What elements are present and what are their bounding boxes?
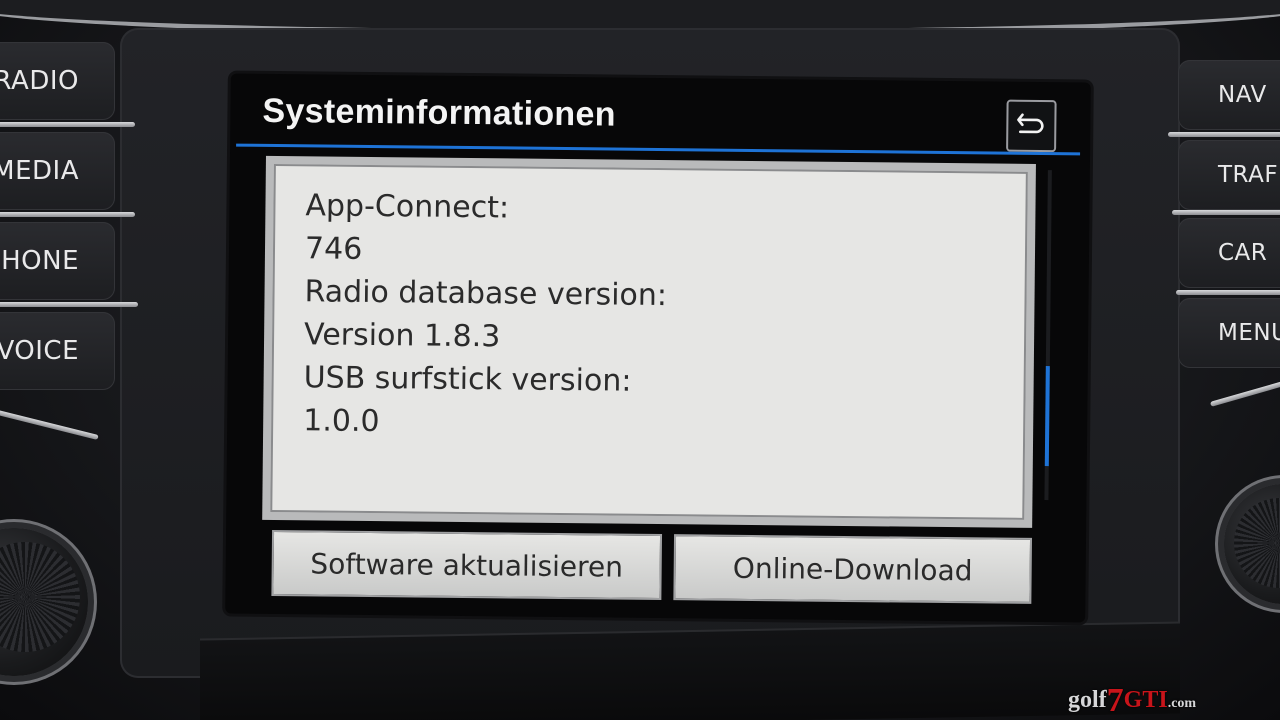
volume-knob[interactable] bbox=[0, 528, 88, 676]
watermark-com: .com bbox=[1167, 696, 1197, 711]
car-hardware-button[interactable]: CAR bbox=[1178, 218, 1280, 288]
chrome-divider bbox=[1210, 377, 1280, 407]
software-update-button[interactable]: Software aktualisieren bbox=[271, 529, 663, 601]
traffic-hardware-button[interactable]: TRAFFIC bbox=[1178, 140, 1280, 210]
infotainment-dashboard: RADIO MEDIA PHONE VOICE NAV TRAFFIC CAR … bbox=[0, 0, 1280, 720]
watermark-golf: golf bbox=[1068, 687, 1107, 713]
chrome-divider bbox=[1168, 132, 1280, 137]
menu-button-label: MENU bbox=[1218, 320, 1280, 346]
tune-knob[interactable] bbox=[1224, 484, 1280, 604]
clipped-text-fragment: ‾‾‾ bbox=[315, 163, 359, 186]
car-button-label: CAR bbox=[1218, 240, 1268, 266]
radio-button-label: RADIO bbox=[0, 66, 79, 96]
info-label-app-connect: App-Connect: bbox=[305, 188, 510, 226]
display-screen: Systeminformationen ‾‾‾ App-Connect: 746… bbox=[225, 73, 1091, 623]
watermark-gti: GTI bbox=[1123, 687, 1168, 713]
media-hardware-button[interactable]: MEDIA bbox=[0, 132, 115, 210]
back-button[interactable] bbox=[1006, 99, 1057, 153]
knob-grip bbox=[0, 542, 80, 652]
chrome-divider bbox=[0, 212, 135, 217]
voice-button-label: VOICE bbox=[0, 336, 79, 366]
info-value-usb-surfstick: 1.0.0 bbox=[303, 403, 380, 440]
system-info-panel[interactable]: ‾‾‾ App-Connect: 746 Radio database vers… bbox=[262, 155, 1036, 528]
chrome-divider bbox=[0, 302, 138, 307]
system-info-list-area: ‾‾‾ App-Connect: 746 Radio database vers… bbox=[270, 163, 1028, 520]
info-list: App-Connect: 746 Radio database version:… bbox=[303, 184, 668, 446]
info-value-radio-database: Version 1.8.3 bbox=[303, 317, 501, 355]
nav-hardware-button[interactable]: NAV bbox=[1178, 60, 1280, 130]
watermark-logo: golf7GTI.com bbox=[1068, 678, 1197, 719]
lower-console-strip bbox=[200, 621, 1180, 720]
scrollbar[interactable] bbox=[1044, 170, 1052, 501]
scrollbar-thumb[interactable] bbox=[1044, 366, 1050, 467]
chrome-divider bbox=[1172, 210, 1280, 215]
phone-hardware-button[interactable]: PHONE bbox=[0, 222, 115, 300]
page-title: Systeminformationen bbox=[262, 91, 616, 134]
online-download-button[interactable]: Online-Download bbox=[673, 534, 1033, 604]
traffic-button-label: TRAFFIC bbox=[1218, 162, 1280, 188]
title-underline bbox=[236, 143, 1081, 156]
chrome-divider bbox=[1176, 290, 1280, 295]
knob-grip bbox=[1234, 498, 1280, 588]
voice-hardware-button[interactable]: VOICE bbox=[0, 312, 115, 390]
media-button-label: MEDIA bbox=[0, 156, 79, 186]
info-value-app-connect: 746 bbox=[304, 231, 363, 267]
phone-button-label: PHONE bbox=[0, 246, 79, 276]
chrome-divider bbox=[0, 408, 99, 440]
radio-hardware-button[interactable]: RADIO bbox=[0, 42, 115, 120]
menu-hardware-button[interactable]: MENU bbox=[1178, 298, 1280, 368]
back-arrow-icon bbox=[1016, 111, 1046, 141]
watermark-seven: 7 bbox=[1106, 682, 1124, 719]
nav-button-label: NAV bbox=[1218, 82, 1267, 108]
info-label-usb-surfstick: USB surfstick version: bbox=[303, 360, 632, 399]
info-label-radio-database: Radio database version: bbox=[304, 274, 668, 314]
chrome-divider bbox=[0, 122, 135, 127]
